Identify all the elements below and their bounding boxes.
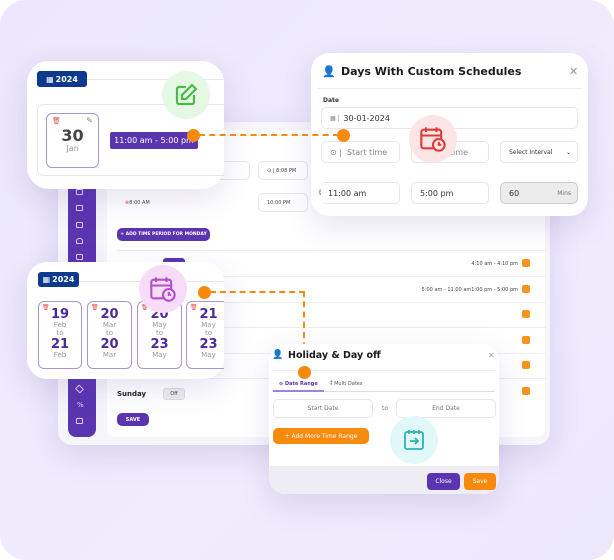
divider	[317, 88, 583, 89]
connector-dot	[187, 129, 200, 142]
date-range-tile[interactable]: 🗑 21 May to 23 May	[186, 301, 224, 369]
connector-dot	[337, 129, 350, 142]
calendar-clock-bubble-icon	[409, 115, 457, 163]
connector-dot	[298, 366, 311, 379]
active-tab-indicator	[273, 390, 324, 392]
interval-select[interactable]: Select Interval ⌄	[500, 141, 578, 163]
users-icon	[76, 205, 83, 211]
delete-icon[interactable]: 🗑	[91, 304, 99, 312]
end-time-field[interactable]: ⊙ | 8:08 PM	[258, 161, 308, 180]
date-tile[interactable]: 🗑 ✎ 30 Jan	[46, 113, 99, 168]
add-time-period-button[interactable]: + ADD TIME PERIOD FOR MONDAY	[117, 228, 210, 241]
bell-icon	[76, 238, 83, 244]
time-range-pill[interactable]: 11:00 am - 5:00 pm	[110, 132, 198, 149]
start-value-field[interactable]: 11:00 am	[321, 182, 400, 204]
mail-icon	[76, 222, 83, 228]
day: 30	[61, 126, 84, 145]
edit-icon[interactable]	[522, 285, 530, 293]
start-date-field[interactable]: Start Date	[273, 399, 373, 418]
date-label: Date	[323, 97, 339, 104]
edit-bubble-icon	[162, 71, 210, 119]
edit-icon[interactable]	[522, 336, 530, 344]
tab-date-range[interactable]: ⊙ Date Range	[279, 381, 318, 387]
chat-icon	[76, 254, 83, 260]
row-times: 5:00 am - 11:00 am1:00 pm - 5:00 pm	[421, 287, 518, 293]
connector-line	[199, 134, 339, 136]
connector-line	[210, 291, 305, 293]
period-end-field[interactable]: 10:00 PM	[258, 193, 308, 212]
save-schedule-button[interactable]: SAVE	[117, 413, 149, 426]
end-value-field[interactable]: 5:00 pm	[411, 182, 489, 204]
add-time-range-button[interactable]: + Add More Time Range	[273, 428, 369, 444]
to-label: to	[382, 405, 389, 412]
percent-icon: %	[77, 401, 84, 409]
date-range-tile[interactable]: 🗑 20 Mar to 20 Mar	[87, 301, 132, 369]
sunday-toggle[interactable]: Off	[163, 388, 185, 400]
date-range-tile[interactable]: 🗑 19 Feb to 21 Feb	[38, 301, 82, 369]
year-badge: ▦ 2024	[37, 71, 87, 87]
close-icon[interactable]: ✕	[488, 351, 495, 360]
clock-icon: ⊙ |	[267, 167, 277, 174]
calendar-icon: ▦ |	[330, 114, 344, 122]
dialog-title: Holiday & Day off	[288, 350, 381, 361]
delete-icon[interactable]: 🗑	[52, 117, 61, 126]
pencil-icon[interactable]: ✎	[86, 116, 93, 126]
user-plus-icon: 👤	[272, 350, 284, 360]
calendar-icon: ▦	[42, 275, 51, 284]
delete-icon[interactable]: 🗑	[42, 304, 50, 312]
row-times: 4:10 am - 4:10 pm	[471, 261, 518, 267]
user-plus-icon: 👤	[322, 65, 336, 78]
start-time-field[interactable]: ⊙ | Start time	[321, 141, 400, 163]
edit-icon[interactable]	[522, 310, 530, 318]
tiles-clip: 🗑 19 Feb to 21 Feb 🗑 20 Mar to 20 Mar 🗑 20 May to 2…	[38, 301, 224, 370]
divider	[117, 250, 545, 251]
clock-icon: ⊙ |	[330, 147, 348, 157]
calendar-clock-bubble-icon	[139, 265, 187, 313]
calendar-icon	[76, 189, 83, 195]
connector-dot	[198, 286, 211, 299]
gift-icon	[76, 418, 83, 424]
year-badge: ▦ 2024	[38, 272, 79, 287]
period-start-field[interactable]: ⊗ 8:00 AM	[117, 193, 250, 212]
interval-field[interactable]: 60 Mins	[500, 182, 578, 204]
calendar-plane-bubble-icon	[390, 416, 438, 464]
month: Jan	[66, 143, 79, 153]
sunday-label: Sunday	[117, 390, 147, 398]
dialog-title: Days With Custom Schedules	[341, 65, 522, 78]
close-button[interactable]: Close	[427, 473, 460, 490]
tab-multi-dates[interactable]: ⁑ Multi Dates	[330, 381, 362, 387]
close-icon[interactable]: ✕	[569, 65, 578, 78]
edit-icon[interactable]	[522, 259, 530, 267]
chevron-down-icon: ⌄	[565, 148, 571, 156]
calendar-icon: ▦	[46, 74, 54, 84]
save-button[interactable]: Save	[464, 473, 496, 490]
edit-icon[interactable]	[522, 361, 530, 369]
edit-icon[interactable]	[522, 387, 530, 395]
delete-icon[interactable]: 🗑	[190, 304, 198, 312]
